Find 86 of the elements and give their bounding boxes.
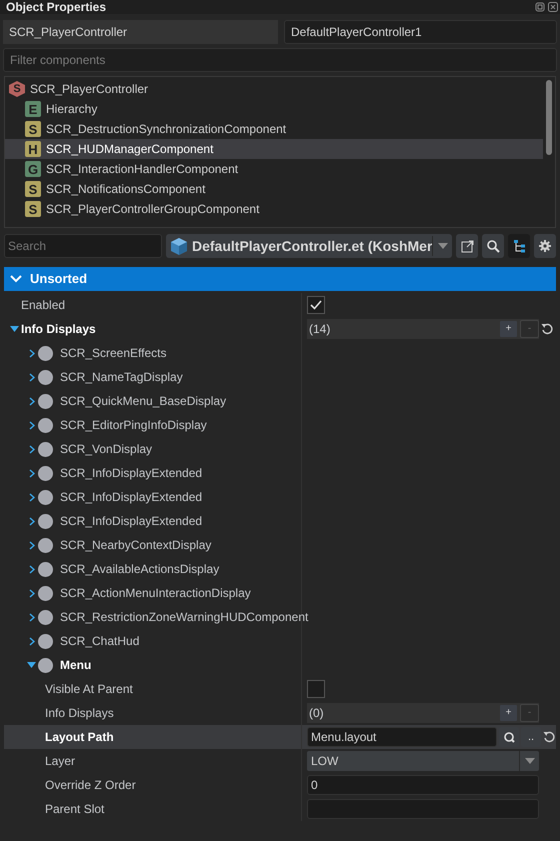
component-icon [38,586,53,600]
array-count-field: (14) + - [307,319,539,339]
property-label: SCR_ScreenEffects [60,345,166,362]
hierarchy-icon [512,239,526,253]
component-item[interactable]: H SCR_HUDManagerComponent [5,139,543,159]
value-field[interactable] [307,799,539,819]
component-icon [38,610,53,624]
float-icon[interactable] [535,2,545,12]
component-type-icon: S [25,181,41,197]
component-icon [38,466,53,480]
property-label: SCR_RestrictionZoneWarningHUDComponent [60,609,308,626]
component-item[interactable]: S SCR_DestructionSynchronizationComponent [5,119,543,139]
component-icon [38,346,53,360]
external-link-button[interactable] [456,234,478,258]
property-label: SCR_InfoDisplayExtended [60,465,202,482]
component-icon [38,394,53,408]
value-field[interactable]: 0 [307,775,539,795]
chevron-icon [10,275,22,283]
component-icon [38,418,53,432]
external-link-icon [460,239,474,253]
component-icon [38,538,53,552]
component-item[interactable]: S SCR_PlayerController [5,79,543,99]
name-field[interactable]: DefaultPlayerController1 [284,20,557,44]
add-button[interactable]: + [499,704,518,722]
check-icon [310,300,322,310]
search-button[interactable] [482,234,504,258]
checkbox[interactable] [307,296,325,314]
property-label: SCR_NearbyContextDisplay [60,537,212,554]
component-type-icon: S [25,121,41,137]
class-field[interactable]: SCR_PlayerController [3,20,278,44]
search-icon [503,731,515,743]
component-icon [38,370,53,384]
section-header[interactable]: Unsorted [4,267,556,291]
component-icon [38,442,53,456]
settings-button[interactable] [534,234,556,258]
component-icon [38,658,53,672]
component-icon [38,562,53,576]
property-label: Menu [60,657,92,674]
component-icon [38,634,53,648]
hierarchy-button[interactable] [508,234,530,258]
settings-icon [538,239,552,253]
component-item[interactable]: G SCR_InteractionHandlerComponent [5,159,543,179]
property-label: Override Z Order [45,777,136,794]
caret-icon [438,243,448,249]
panel-title: Object Properties [6,0,106,14]
expand-arrow-icon[interactable] [27,662,36,668]
property-label: Info Displays [45,705,114,722]
property-label: Info Displays [21,321,96,338]
property-label: Visible At Parent [45,681,133,698]
component-item[interactable]: S SCR_PlayerControllerGroupComponent [5,199,543,219]
array-count-field: (0) + - [307,703,539,723]
component-item[interactable]: E Hierarchy [5,99,543,119]
component-type-icon: H [25,141,41,157]
property-label: SCR_AvailableActionsDisplay [60,561,220,578]
component-item[interactable]: S SCR_NotificationsComponent [5,179,543,199]
search-icon [486,239,500,253]
path-field[interactable]: Menu.layout [307,727,497,747]
component-type-icon: E [25,101,41,117]
property-label: Parent Slot [45,801,104,818]
prefab-dropdown[interactable]: DefaultPlayerController.et (KoshMer [166,234,452,258]
caret-icon [524,758,534,764]
component-type-icon: G [25,161,41,177]
property-label: SCR_InfoDisplayExtended [60,513,202,530]
reset-icon[interactable] [543,731,555,743]
expand-arrow-icon[interactable] [10,326,19,332]
property-label: SCR_VonDisplay [60,441,152,458]
component-icon [38,490,53,504]
property-label: SCR_QuickMenu_BaseDisplay [60,393,226,410]
property-label: SCR_NameTagDisplay [60,369,183,386]
add-button[interactable]: + [499,320,518,338]
property-label: SCR_ChatHud [60,633,140,650]
property-label: SCR_InfoDisplayExtended [60,489,202,506]
close-icon[interactable] [548,2,558,12]
reset-icon[interactable] [541,323,553,335]
filter-field[interactable]: Filter components [3,48,557,72]
layer-dropdown[interactable]: LOW [307,751,539,771]
property-label: SCR_ActionMenuInteractionDisplay [60,585,251,602]
property-label: Layout Path [45,729,114,746]
property-label: SCR_EditorPingInfoDisplay [60,417,207,434]
property-label: Enabled [21,297,66,314]
search-field[interactable]: Search [4,234,162,258]
checkbox[interactable] [307,680,325,698]
component-type-icon: S [9,81,25,97]
property-label: Layer [45,753,76,770]
component-icon [38,514,53,528]
component-type-icon: S [25,201,41,217]
